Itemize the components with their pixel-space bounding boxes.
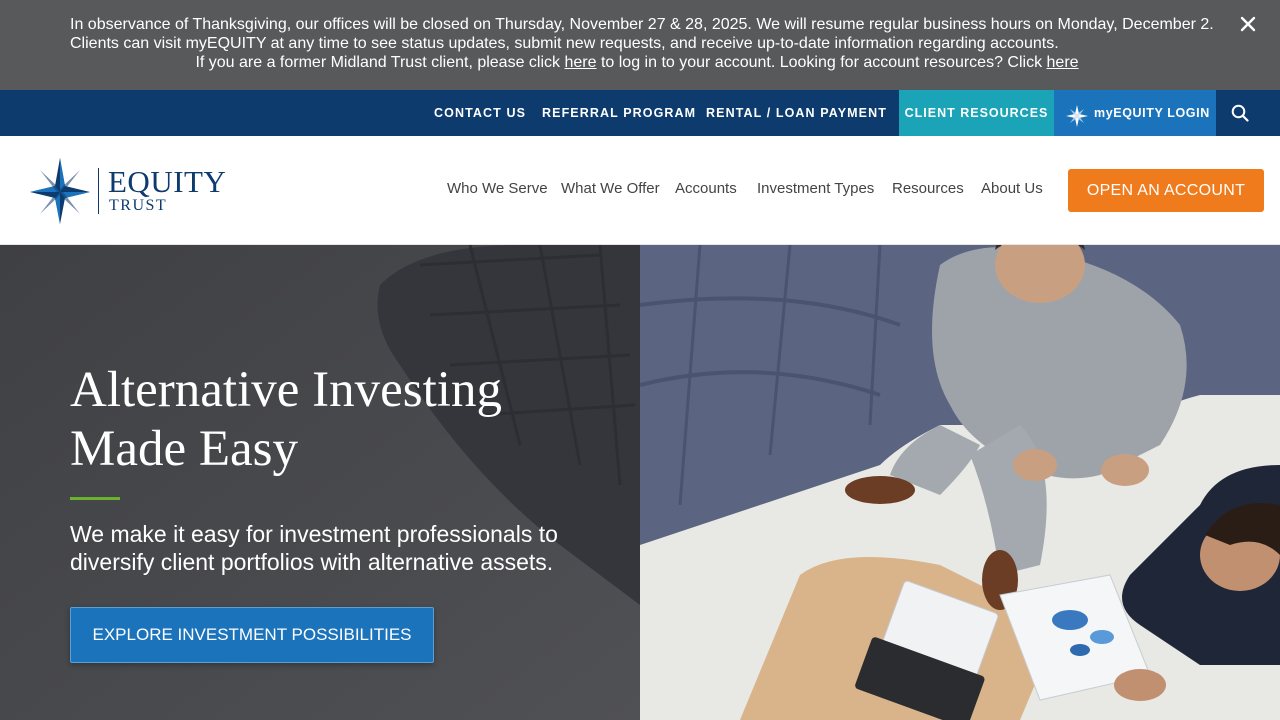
compass-star-icon [30,158,90,224]
announcement-text: If you are a former Midland Trust client… [195,54,565,71]
rental-loan-payment-link[interactable]: RENTAL / LOAN PAYMENT [706,90,887,136]
hero-text-panel: Alternative Investing Made Easy We make i… [0,245,640,720]
myequity-login-button[interactable]: myEQUITY LOGIN [1054,90,1216,136]
announcement-line-2: Clients can visit myEQUITY at any time t… [70,35,1059,52]
hero-title-line-2: Made Easy [70,421,299,477]
account-resources-link[interactable]: here [1047,54,1079,71]
logo-divider [98,168,99,214]
hero-accent-rule [70,497,120,500]
search-icon[interactable] [1216,90,1280,136]
hero-title-line-1: Alternative Investing [70,362,502,418]
nav-about-us[interactable]: About Us [981,180,1043,197]
equity-trust-logo[interactable]: EQUITY TRUST [28,156,228,226]
announcement-line-1: In observance of Thanksgiving, our offic… [70,16,1214,33]
explore-investments-button[interactable]: EXPLORE INVESTMENT POSSIBILITIES [70,607,434,663]
hero-lead: We make it easy for investment professio… [70,521,558,575]
utility-nav: CONTACT US REFERRAL PROGRAM RENTAL / LOA… [0,90,1280,136]
hero-title: Alternative Investing Made Easy [70,361,630,479]
main-header: EQUITY TRUST Who We Serve What We Offer … [0,136,1280,245]
login-label: myEQUITY LOGIN [1094,106,1210,120]
announcement-text: to log in to your account. Looking for a… [596,54,1047,71]
announcement-bar: In observance of Thanksgiving, our offic… [0,0,1280,90]
nav-who-we-serve[interactable]: Who We Serve [447,180,548,197]
logo-subtitle: TRUST [109,197,168,214]
midland-login-link[interactable]: here [564,54,596,71]
close-icon[interactable] [1238,14,1258,34]
logo-name: EQUITY [108,164,227,199]
hero-section: Alternative Investing Made Easy We make i… [0,245,1280,720]
business-meeting-image [640,245,1280,720]
announcement-line-3: If you are a former Midland Trust client… [0,53,1274,72]
nav-investment-types[interactable]: Investment Types [757,180,874,197]
hero-photo [640,245,1280,720]
nav-resources[interactable]: Resources [892,180,964,197]
contact-us-link[interactable]: CONTACT US [434,90,526,136]
referral-program-link[interactable]: REFERRAL PROGRAM [542,90,696,136]
nav-accounts[interactable]: Accounts [675,180,737,197]
open-account-button[interactable]: OPEN AN ACCOUNT [1068,169,1264,212]
client-resources-button[interactable]: CLIENT RESOURCES [899,90,1054,136]
nav-what-we-offer[interactable]: What We Offer [561,180,660,197]
